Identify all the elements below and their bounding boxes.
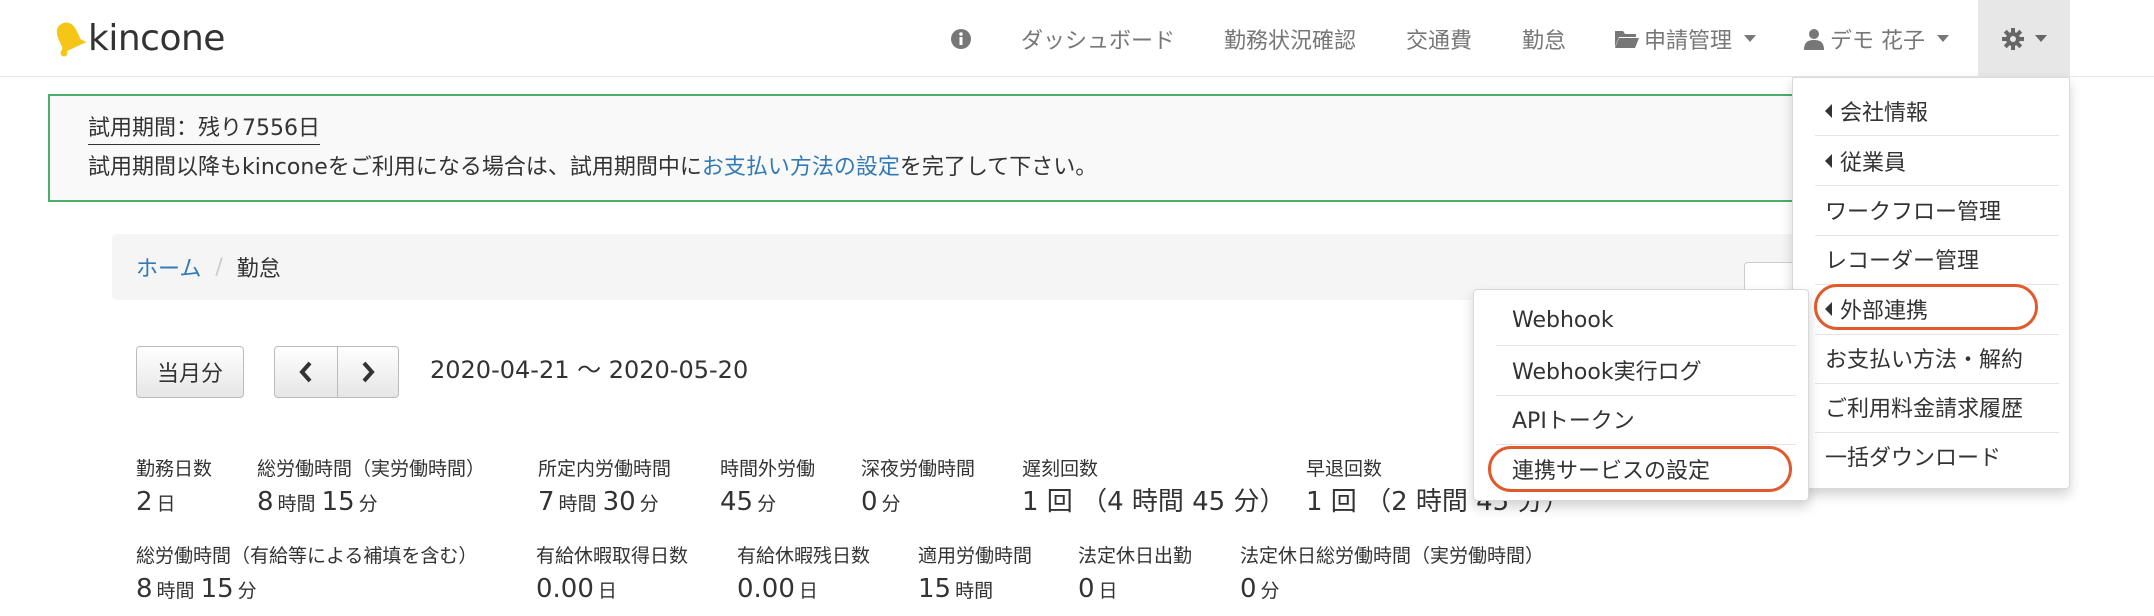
user-icon bbox=[1804, 28, 1824, 50]
settings-dropdown-toggle[interactable] bbox=[1978, 0, 2070, 77]
info-circle-icon bbox=[951, 28, 971, 49]
external-integration-submenu: Webhook Webhook実行ログ APIトークン 連携サービスの設定 bbox=[1473, 289, 1809, 501]
stat-value: 0.00 日 bbox=[737, 574, 818, 604]
trial-remaining-text: 試用期間：残り7556日 bbox=[88, 114, 320, 145]
menu-bulk-download[interactable]: 一括ダウンロード bbox=[1825, 431, 2001, 481]
stat-value: 0.00 日 bbox=[536, 574, 617, 604]
menu-payment-cancel[interactable]: お支払い方法・解約 bbox=[1825, 333, 2023, 383]
menu-billing-history[interactable]: ご利用料金請求履歴 bbox=[1825, 382, 2023, 432]
nav-user-label: デモ 花子 bbox=[1830, 28, 1925, 54]
stat-label: 総労働時間（実労働時間） bbox=[257, 458, 486, 480]
info-nav-item[interactable] bbox=[950, 0, 972, 77]
submenu-webhook[interactable]: Webhook bbox=[1512, 295, 1614, 345]
menu-company-info[interactable]: 会社情報 bbox=[1825, 86, 1928, 136]
stat-legal-holiday-work: 法定休日出勤 0日 bbox=[1078, 543, 1192, 609]
stat-value: 8 時間 15 分 bbox=[257, 487, 378, 517]
stat-label: 適用労働時間 bbox=[918, 545, 1033, 567]
trial-notice-suffix: を完了して下さい。 bbox=[899, 155, 1098, 180]
submenu-api-token[interactable]: APIトークン bbox=[1512, 394, 1635, 444]
stat-label: 法定休日出勤 bbox=[1078, 545, 1193, 567]
stat-late-count: 遅刻回数 1 回 （4 時間 45 分） bbox=[1022, 456, 1286, 520]
stat-applied-work-hours: 適用労働時間 15 時間 bbox=[918, 543, 1032, 609]
chevron-down-icon bbox=[1744, 35, 1757, 42]
breadcrumb-separator: / bbox=[215, 254, 223, 280]
stat-value: 8 時間 15 分 bbox=[136, 574, 257, 604]
stat-label: 有給休暇取得日数 bbox=[536, 545, 689, 567]
stat-paid-leave-remaining: 有給休暇残日数 0.00 日 bbox=[737, 543, 870, 609]
nav-applications-label: 申請管理 bbox=[1644, 28, 1733, 54]
breadcrumb-home[interactable]: ホーム bbox=[136, 251, 201, 283]
stat-label: 遅刻回数 bbox=[1022, 458, 1099, 480]
nav-user-dropdown[interactable]: デモ 花子 bbox=[1804, 0, 1949, 77]
chevron-down-icon bbox=[2035, 35, 2047, 42]
menu-workflow[interactable]: ワークフロー管理 bbox=[1825, 185, 2001, 235]
date-range-text: 2020-04-21 〜 2020-05-20 bbox=[430, 356, 749, 384]
bell-logo-icon bbox=[56, 22, 86, 57]
nav-attendance-status[interactable]: 勤務状況確認 bbox=[1224, 0, 1356, 77]
stat-value: 1 回 （4 時間 45 分） bbox=[1022, 487, 1286, 517]
top-navbar: kincone ダッシュボード 勤務状況確認 交通費 勤怠 申請管理 デモ 花子 bbox=[0, 0, 2154, 77]
stat-value: 45 分 bbox=[720, 487, 777, 517]
folder-open-icon bbox=[1615, 30, 1639, 48]
stat-label: 法定休日総労働時間（実労働時間） bbox=[1240, 545, 1545, 567]
stat-overtime: 時間外労働 45 分 bbox=[720, 456, 815, 522]
stat-total-work-hours-with-leave: 総労働時間（有給等による補填を含む） 8 時間 15 分 bbox=[136, 543, 477, 609]
stat-legal-holiday-total-hours: 法定休日総労働時間（実労働時間） 0分 bbox=[1240, 543, 1544, 609]
stat-label: 所定内労働時間 bbox=[538, 458, 672, 480]
chevron-down-icon bbox=[1937, 35, 1949, 42]
payment-settings-link[interactable]: お支払い方法の設定 bbox=[702, 155, 900, 180]
kincone-logo[interactable]: kincone bbox=[52, 14, 225, 62]
next-period-button[interactable] bbox=[337, 346, 399, 398]
stat-label: 有給休暇残日数 bbox=[737, 545, 871, 567]
stat-value: 0分 bbox=[861, 487, 901, 517]
submenu-service-settings[interactable]: 連携サービスの設定 bbox=[1512, 444, 1710, 494]
stat-scheduled-work-hours: 所定内労働時間 7 時間 30 分 bbox=[538, 456, 671, 522]
stat-value: 0日 bbox=[1078, 574, 1118, 604]
nav-dashboard[interactable]: ダッシュボード bbox=[1021, 0, 1175, 77]
stat-label: 勤務日数 bbox=[136, 458, 213, 480]
caret-left-icon bbox=[1825, 302, 1832, 316]
menu-recorder[interactable]: レコーダー管理 bbox=[1825, 234, 1979, 284]
settings-dropdown-menu: 会社情報 従業員 ワークフロー管理 レコーダー管理 外部連携 お支払い方法・解約… bbox=[1792, 77, 2070, 489]
breadcrumb-current: 勤怠 bbox=[236, 257, 281, 282]
caret-left-icon bbox=[1825, 104, 1832, 118]
stat-label: 深夜労働時間 bbox=[861, 458, 976, 480]
stat-value: 0分 bbox=[1240, 574, 1280, 604]
prev-period-button[interactable] bbox=[274, 346, 338, 398]
menu-employees[interactable]: 従業員 bbox=[1825, 136, 1906, 186]
stat-late-night-hours: 深夜労働時間 0分 bbox=[861, 456, 975, 522]
gear-icon bbox=[2002, 27, 2024, 50]
nav-applications-dropdown[interactable]: 申請管理 bbox=[1614, 0, 1757, 77]
stat-total-work-hours: 総労働時間（実労働時間） 8 時間 15 分 bbox=[257, 456, 485, 522]
stat-paid-leave-taken: 有給休暇取得日数 0.00 日 bbox=[536, 543, 688, 609]
stat-value: 7 時間 30 分 bbox=[538, 487, 659, 517]
trial-alert: 試用期間：残り7556日 試用期間以降もkinconeをご利用になる場合は、試用… bbox=[48, 94, 1808, 202]
stat-value: 2日 bbox=[136, 487, 176, 517]
chevron-left-icon bbox=[299, 361, 312, 383]
trial-notice-prefix: 試用期間以降もkinconeをご利用になる場合は、試用期間中に bbox=[88, 155, 702, 180]
stat-value: 15 時間 bbox=[918, 574, 994, 604]
logo-text: kincone bbox=[88, 17, 225, 59]
menu-external-integration[interactable]: 外部連携 bbox=[1825, 284, 1928, 334]
submenu-webhook-log[interactable]: Webhook実行ログ bbox=[1512, 345, 1702, 395]
trial-notice-text: 試用期間以降もkinconeをご利用になる場合は、試用期間中にお支払い方法の設定… bbox=[88, 153, 1097, 183]
caret-left-icon bbox=[1825, 154, 1832, 168]
stat-label: 総労働時間（有給等による補填を含む） bbox=[136, 545, 478, 567]
current-month-button[interactable]: 当月分 bbox=[136, 346, 244, 398]
stat-work-days: 勤務日数 2日 bbox=[136, 456, 212, 522]
nav-attendance[interactable]: 勤怠 bbox=[1522, 0, 1566, 77]
stat-label: 時間外労働 bbox=[720, 458, 816, 480]
chevron-right-icon bbox=[362, 361, 375, 383]
nav-transportation[interactable]: 交通費 bbox=[1406, 0, 1472, 77]
